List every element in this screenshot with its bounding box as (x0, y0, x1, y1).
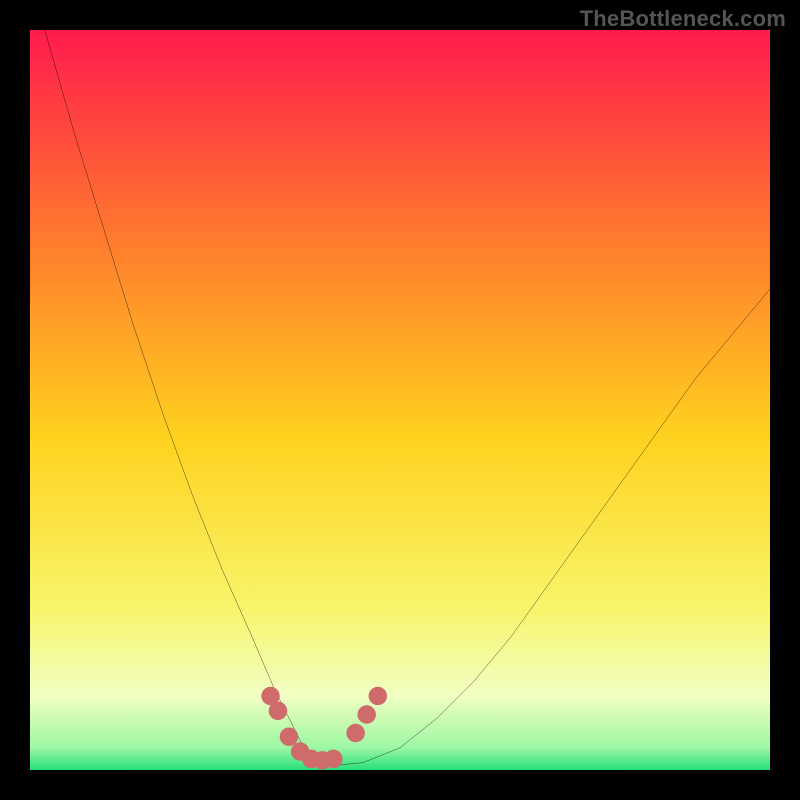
marker-dot (269, 702, 288, 721)
marker-dot (369, 687, 388, 706)
marker-dot (346, 724, 365, 743)
highlight-dots (261, 687, 387, 770)
marker-dot (357, 705, 376, 724)
chart-svg (30, 30, 770, 770)
watermark-text: TheBottleneck.com (580, 6, 786, 32)
bottleneck-curve (45, 30, 770, 766)
plot-area (30, 30, 770, 770)
marker-dot (280, 727, 299, 746)
outer-frame: TheBottleneck.com (0, 0, 800, 800)
marker-dot (324, 750, 343, 769)
